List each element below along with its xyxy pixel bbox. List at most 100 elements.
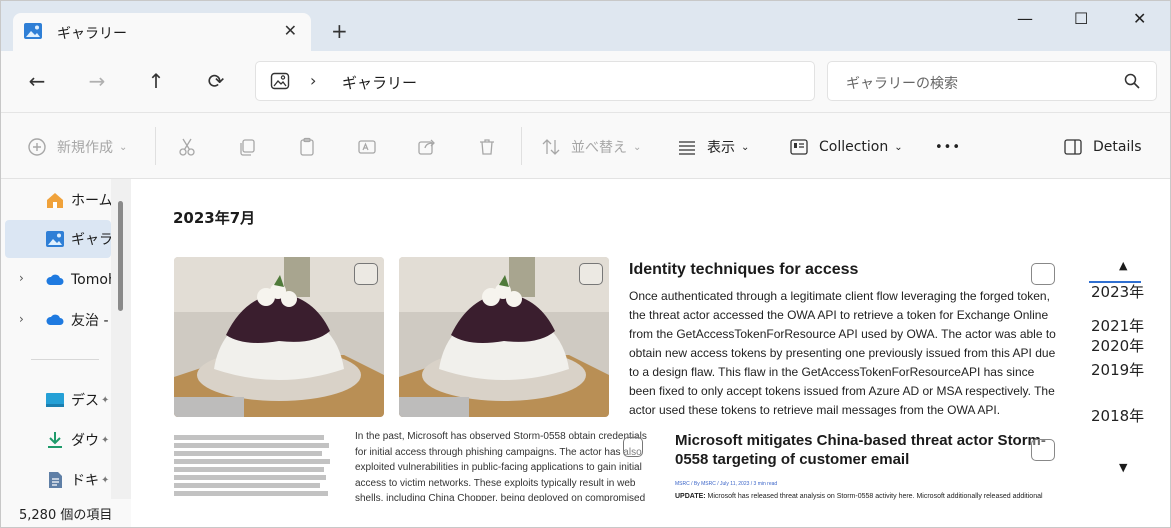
maximize-button[interactable]: ☐ xyxy=(1074,9,1088,28)
details-label: Details xyxy=(1093,139,1142,155)
navigation-pane: ホーム ギャラリー › Tomoh › 友治 - デス ✦ ダウ ✦ ドキ xyxy=(1,179,131,499)
tab-title: ギャラリー xyxy=(57,26,127,42)
refresh-button[interactable]: ⟳ xyxy=(198,65,234,97)
share-button[interactable] xyxy=(417,135,447,159)
chevron-down-icon: ⌄ xyxy=(741,141,750,153)
photo-thumbnail[interactable] xyxy=(399,257,609,417)
timeline-year[interactable]: 2018年 xyxy=(1091,405,1144,426)
update-text: Microsoft has released threat analysis o… xyxy=(705,493,1043,500)
shaved-ice-photo xyxy=(174,257,384,417)
breadcrumb-gallery[interactable]: ギャラリー xyxy=(342,72,417,93)
timeline-year[interactable]: 2019年 xyxy=(1091,359,1144,380)
item-count: 5,280 個の項目 xyxy=(19,508,113,523)
more-options-button[interactable]: ••• xyxy=(935,135,961,159)
select-checkbox[interactable] xyxy=(1031,263,1055,285)
delete-button[interactable] xyxy=(477,135,507,159)
pin-icon: ✦ xyxy=(101,394,110,406)
sidebar-item-gallery[interactable]: ギャラリー xyxy=(5,220,111,258)
collection-icon xyxy=(790,139,808,155)
sidebar-item-downloads[interactable]: ダウ ✦ xyxy=(1,421,111,459)
tab-gallery[interactable]: ギャラリー ✕ xyxy=(13,13,311,51)
chevron-down-icon: ⌄ xyxy=(633,141,642,153)
sidebar-item-label: ドキ xyxy=(71,473,99,489)
chevron-down-icon: ⌄ xyxy=(119,141,128,153)
timeline-up-arrow-icon[interactable]: ▲ xyxy=(1119,259,1127,272)
search-icon xyxy=(1124,73,1140,89)
search-box[interactable]: ギャラリーの検索 xyxy=(827,61,1157,101)
article-snippet-thumbnail[interactable]: In the past, Microsoft has observed Stor… xyxy=(355,429,647,501)
document-thumbnail[interactable] xyxy=(174,435,334,507)
plus-circle-icon xyxy=(28,138,46,156)
search-input[interactable]: ギャラリーの検索 xyxy=(846,73,958,93)
article-snippet-text: In the past, Microsoft has observed Stor… xyxy=(355,431,647,501)
download-icon xyxy=(48,432,62,448)
cloud-icon xyxy=(46,314,64,325)
sidebar-item-documents[interactable]: ドキ ✦ xyxy=(1,461,111,499)
desktop-icon xyxy=(46,393,64,407)
sidebar-item-onedrive-tomoh[interactable]: Tomoh xyxy=(1,261,111,299)
trash-icon xyxy=(480,139,494,155)
nav-pane-scrollbar[interactable] xyxy=(111,179,131,499)
new-button[interactable]: 新規作成 ⌄ xyxy=(27,135,127,159)
details-pane-icon xyxy=(1064,139,1082,155)
sidebar-item-onedrive-tomoji[interactable]: 友治 - xyxy=(1,301,111,339)
forward-button[interactable]: → xyxy=(79,65,115,97)
address-bar[interactable]: › ギャラリー xyxy=(255,61,815,101)
status-bar: 5,280 個の項目 xyxy=(1,499,131,527)
select-checkbox[interactable] xyxy=(1031,439,1055,461)
rename-button[interactable] xyxy=(357,135,387,159)
new-tab-button[interactable]: + xyxy=(331,19,348,43)
more-icon: ••• xyxy=(935,139,962,155)
gallery-view: 2023年7月 Identity techniques for access O… xyxy=(131,179,1170,527)
sidebar-item-home[interactable]: ホーム xyxy=(1,181,111,219)
select-checkbox[interactable] xyxy=(354,263,378,285)
select-checkbox[interactable] xyxy=(623,437,643,457)
photo-thumbnail[interactable] xyxy=(174,257,384,417)
command-bar: 新規作成 ⌄ 並べ替え ⌄ 表示 ⌄ Collection ⌄ ••• Deta… xyxy=(1,113,1170,179)
copy-button[interactable] xyxy=(237,135,267,159)
cut-button[interactable] xyxy=(177,135,207,159)
sidebar-item-label: ダウ xyxy=(71,433,99,449)
up-button[interactable]: ↑ xyxy=(138,65,174,97)
close-tab-button[interactable]: ✕ xyxy=(284,21,297,40)
navigation-bar: ← → ↑ ⟳ › ギャラリー ギャラリーの検索 xyxy=(1,51,1170,113)
scrollbar-thumb[interactable] xyxy=(118,201,123,311)
divider xyxy=(155,127,156,165)
timeline-down-arrow-icon[interactable]: ▼ xyxy=(1119,461,1127,474)
copy-icon xyxy=(240,139,255,156)
chevron-down-icon: ⌄ xyxy=(894,141,903,153)
sort-icon xyxy=(542,139,560,155)
rename-icon xyxy=(358,140,376,154)
collection-label: Collection xyxy=(819,139,889,155)
title-bar: ギャラリー ✕ + — ☐ ✕ xyxy=(1,1,1170,51)
timeline-year[interactable]: 2020年 xyxy=(1091,335,1144,356)
share-icon xyxy=(418,139,435,155)
scissors-icon xyxy=(179,138,195,156)
article-byline: MSRC / By MSRC / July 11, 2023 / 3 min r… xyxy=(675,481,778,487)
timeline-year[interactable]: 2023年 xyxy=(1091,281,1144,302)
article-title: Microsoft mitigates China-based threat a… xyxy=(675,432,1046,468)
month-heading: 2023年7月 xyxy=(173,209,256,227)
view-button[interactable]: 表示 ⌄ xyxy=(677,135,749,159)
article-screenshot-thumbnail[interactable]: Microsoft mitigates China-based threat a… xyxy=(675,431,1055,500)
timeline-year[interactable]: 2021年 xyxy=(1091,315,1144,336)
minimize-button[interactable]: — xyxy=(1017,9,1033,28)
divider xyxy=(521,127,522,165)
article-screenshot-thumbnail[interactable]: Identity techniques for access Once auth… xyxy=(629,261,1059,420)
gallery-icon xyxy=(24,23,42,39)
update-label: UPDATE: xyxy=(675,493,706,500)
shaved-ice-photo xyxy=(399,257,609,417)
details-button[interactable]: Details xyxy=(1063,135,1142,159)
sort-button[interactable]: 並べ替え ⌄ xyxy=(541,135,641,159)
paste-button[interactable] xyxy=(297,135,327,159)
new-label: 新規作成 xyxy=(57,140,113,156)
home-icon xyxy=(47,193,63,208)
close-window-button[interactable]: ✕ xyxy=(1133,9,1146,28)
sidebar-item-desktop[interactable]: デス ✦ xyxy=(1,381,111,419)
select-checkbox[interactable] xyxy=(579,263,603,285)
cloud-icon xyxy=(46,274,64,285)
collection-button[interactable]: Collection ⌄ xyxy=(789,135,903,159)
back-button[interactable]: ← xyxy=(19,65,55,97)
breadcrumb-chevron-icon[interactable]: › xyxy=(310,71,316,90)
gallery-icon xyxy=(46,231,64,247)
